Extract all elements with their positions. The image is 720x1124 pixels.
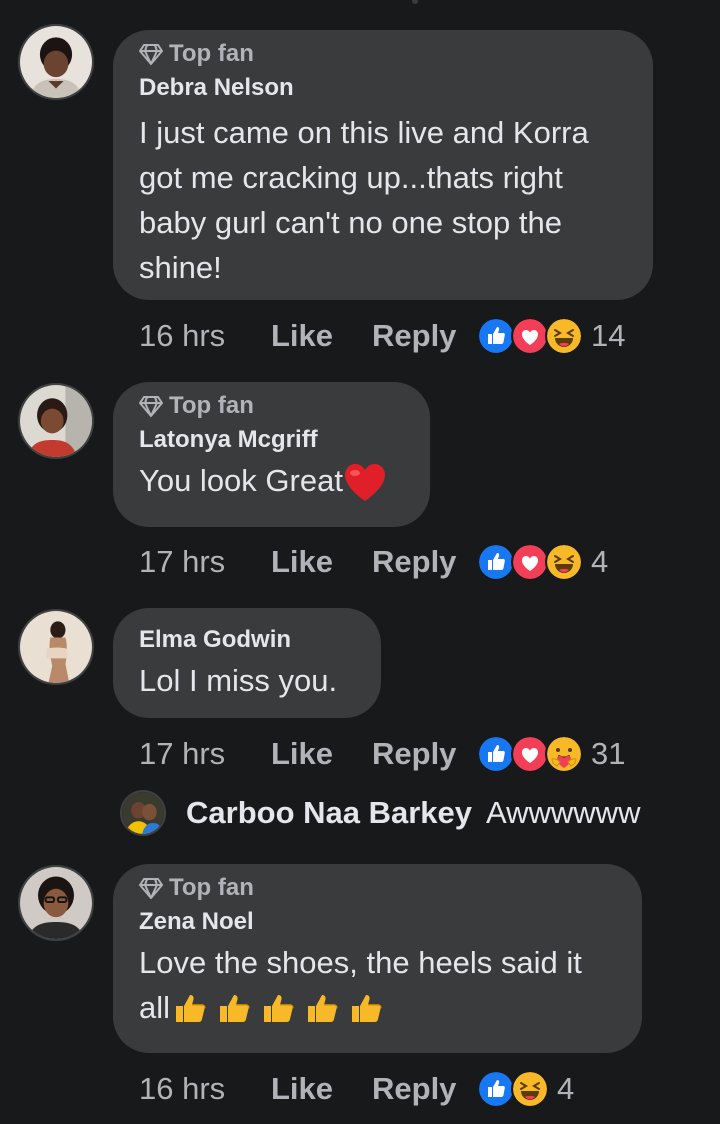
like-icon <box>477 317 515 355</box>
comment-bubble: Elma Godwin Lol I miss you. <box>113 608 381 718</box>
like-icon <box>477 543 515 581</box>
reply-author[interactable]: Carboo Naa Barkey <box>186 795 472 831</box>
diamond-icon <box>139 395 163 417</box>
comment-author[interactable]: Debra Nelson <box>139 72 627 104</box>
haha-icon <box>511 1070 549 1108</box>
comment-text: Lol I miss you. <box>139 658 355 703</box>
reply-button[interactable]: Reply <box>372 318 477 354</box>
reply-button[interactable]: Reply <box>372 736 477 772</box>
care-icon <box>545 735 583 773</box>
timestamp[interactable]: 16 hrs <box>139 318 271 354</box>
comment-line: Lol I miss you. <box>139 663 338 698</box>
nested-reply[interactable]: Carboo Naa Barkey Awwwwww <box>120 790 640 836</box>
reply-button[interactable]: Reply <box>372 1071 477 1107</box>
love-icon <box>511 317 549 355</box>
comment-actions: 16 hrs Like Reply 14 <box>139 317 625 355</box>
comment-bubble: Top fan Zena Noel Love the shoes, the he… <box>113 864 642 1053</box>
avatar[interactable] <box>18 383 94 459</box>
comment-line: baby gurl can't no one stop the <box>139 205 562 240</box>
avatar[interactable] <box>18 609 94 685</box>
reaction-summary[interactable]: 31 <box>477 735 625 773</box>
like-icon <box>477 1070 515 1108</box>
reaction-count: 4 <box>557 1071 575 1106</box>
reaction-count: 31 <box>591 736 626 771</box>
top-fan-badge[interactable]: Top fan <box>139 874 616 902</box>
haha-icon <box>545 317 583 355</box>
thumbs-up-emoji-icon <box>216 990 252 1026</box>
comment-actions: 16 hrs Like Reply 4 <box>139 1070 574 1108</box>
diamond-icon <box>139 43 163 65</box>
top-edge <box>0 0 720 8</box>
timestamp[interactable]: 17 hrs <box>139 736 271 772</box>
comment-line: I just came on this live and Korra <box>139 115 589 150</box>
reply-text: Awwwwww <box>486 795 641 830</box>
comment-line: You look Great <box>139 463 343 498</box>
comment-author[interactable]: Zena Noel <box>139 906 616 938</box>
comment-text: You look Great <box>139 458 404 503</box>
timestamp[interactable]: 17 hrs <box>139 544 271 580</box>
comment-line: shine! <box>139 250 222 285</box>
comment-actions: 17 hrs Like Reply 31 <box>139 735 625 773</box>
love-icon <box>511 735 549 773</box>
badge-label: Top fan <box>169 392 254 419</box>
reaction-count: 14 <box>591 318 626 353</box>
top-mark <box>412 0 418 4</box>
like-button[interactable]: Like <box>271 544 372 580</box>
badge-label: Top fan <box>169 40 254 67</box>
comment-line-text: all <box>139 990 171 1025</box>
reaction-count: 4 <box>591 544 609 579</box>
comment-text: Love the shoes, the heels said it all <box>139 940 616 1030</box>
comment-line: all <box>139 985 616 1030</box>
diamond-icon <box>139 877 163 899</box>
reaction-summary[interactable]: 14 <box>477 317 625 355</box>
comment-bubble: Top fan Latonya Mcgriff You look Great <box>113 382 430 527</box>
red-heart-icon <box>343 463 387 503</box>
badge-label: Top fan <box>169 874 254 901</box>
thumbs-up-emoji-icon <box>260 990 296 1026</box>
thumbs-up-emoji-icon <box>304 990 340 1026</box>
avatar[interactable] <box>18 865 94 941</box>
avatar[interactable] <box>18 24 94 100</box>
comment-actions: 17 hrs Like Reply 4 <box>139 543 608 581</box>
comment-author[interactable]: Elma Godwin <box>139 624 355 656</box>
like-icon <box>477 735 515 773</box>
timestamp[interactable]: 16 hrs <box>139 1071 271 1107</box>
reaction-summary[interactable]: 4 <box>477 543 608 581</box>
thumbs-up-emoji-icon <box>172 990 208 1026</box>
reply-button[interactable]: Reply <box>372 544 477 580</box>
like-button[interactable]: Like <box>271 736 372 772</box>
comment-text: I just came on this live and Korra got m… <box>139 110 627 290</box>
thumbs-up-emoji-icon <box>348 990 384 1026</box>
haha-icon <box>545 543 583 581</box>
like-button[interactable]: Like <box>271 1071 372 1107</box>
reaction-summary[interactable]: 4 <box>477 1070 574 1108</box>
like-button[interactable]: Like <box>271 318 372 354</box>
love-icon <box>511 543 549 581</box>
top-fan-badge[interactable]: Top fan <box>139 40 627 68</box>
comment-bubble: Top fan Debra Nelson I just came on this… <box>113 30 653 300</box>
comment-line: Love the shoes, the heels said it <box>139 945 582 980</box>
avatar[interactable] <box>120 790 166 836</box>
top-fan-badge[interactable]: Top fan <box>139 392 404 420</box>
comment-author[interactable]: Latonya Mcgriff <box>139 424 404 456</box>
comment-line: got me cracking up...thats right <box>139 160 563 195</box>
